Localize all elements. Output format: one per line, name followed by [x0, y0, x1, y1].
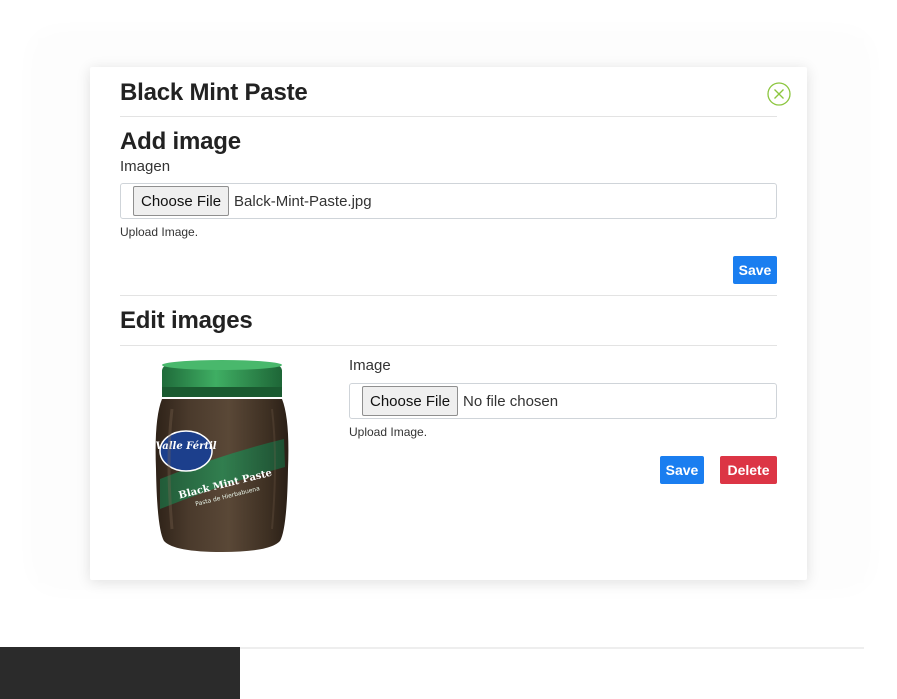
jar-brand-text: Valle Fértil — [155, 441, 216, 452]
add-image-choose-file-button[interactable]: Choose File — [133, 186, 230, 216]
add-image-help-text: Upload Image. — [120, 225, 199, 239]
header-divider — [120, 116, 777, 117]
add-image-file-input[interactable]: Choose File Balck-Mint-Paste.jpg — [120, 183, 777, 219]
imagen-label: Imagen — [120, 158, 171, 175]
footer-dark-block — [0, 647, 240, 699]
section-divider — [120, 295, 777, 296]
product-image: Valle Fértil Black Mint Paste Pasta de H… — [154, 359, 290, 553]
edit-image-file-name: No file chosen — [463, 392, 559, 410]
image-modal: Black Mint Paste Add image Imagen Choose… — [90, 67, 807, 580]
edit-images-divider — [120, 345, 777, 346]
add-image-file-name: Balck-Mint-Paste.jpg — [234, 192, 372, 210]
edit-images-heading: Edit images — [120, 307, 253, 334]
edit-image-help-text: Upload Image. — [349, 425, 428, 439]
close-icon[interactable] — [767, 82, 791, 106]
edit-image-choose-file-button[interactable]: Choose File — [362, 386, 459, 416]
edit-image-save-button[interactable]: Save — [660, 456, 704, 484]
delete-image-button[interactable]: Delete — [720, 456, 777, 484]
image-label: Image — [349, 357, 391, 374]
add-image-heading: Add image — [120, 128, 241, 155]
footer-divider — [240, 647, 864, 649]
edit-image-file-input[interactable]: Choose File No file chosen — [349, 383, 777, 419]
modal-title: Black Mint Paste — [120, 79, 308, 106]
add-image-save-button[interactable]: Save — [733, 256, 777, 284]
